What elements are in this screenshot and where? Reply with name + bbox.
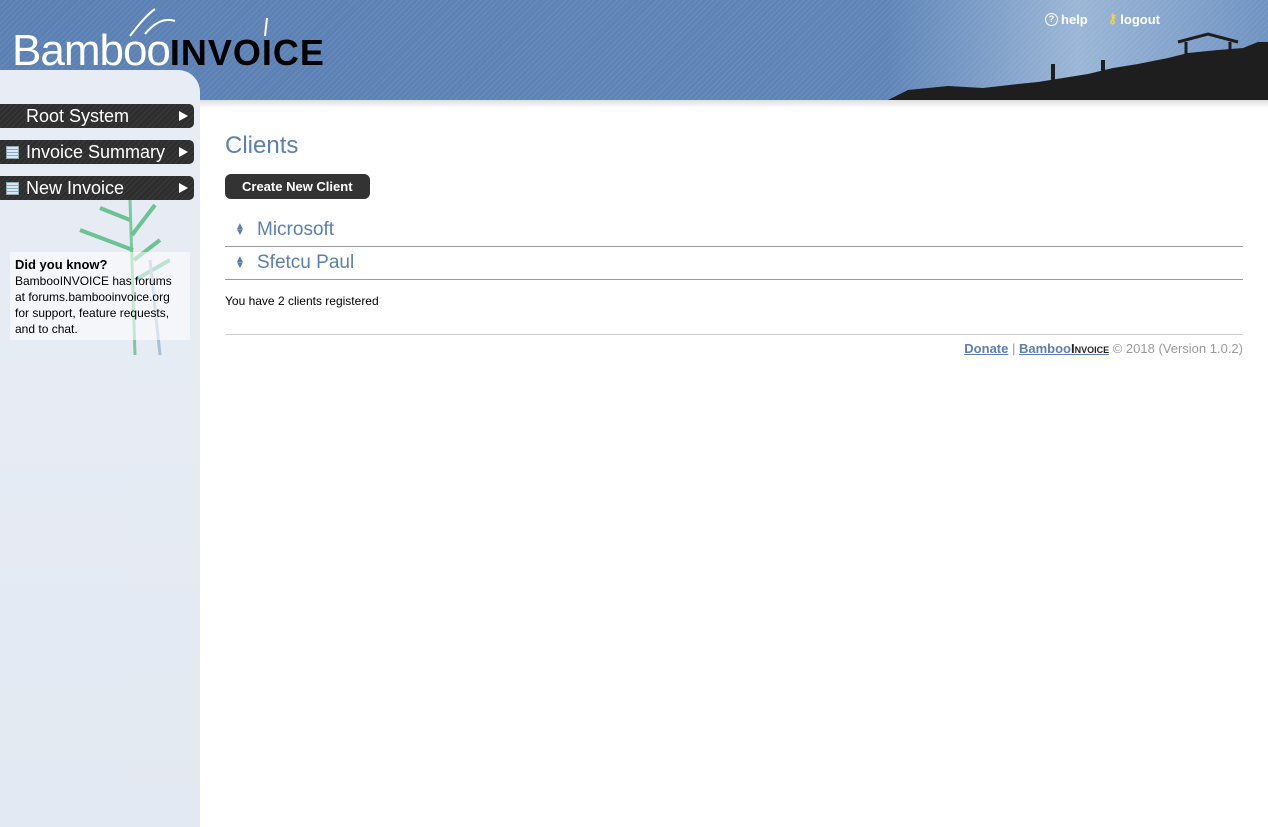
help-icon: ? <box>1045 12 1058 26</box>
tip-title: Did you know? <box>15 257 108 272</box>
help-link[interactable]: ? help <box>1045 11 1088 27</box>
client-row[interactable]: ▲ ▼ Microsoft <box>225 214 1243 247</box>
expand-toggle-icon: ▲ ▼ <box>235 221 245 238</box>
copyright: © 2018 (Version 1.0.2) <box>1112 341 1243 356</box>
client-row[interactable]: ▲ ▼ Sfetcu Paul <box>225 247 1243 280</box>
donate-link[interactable]: Donate <box>964 341 1008 356</box>
sidebar-item-label: Invoice Summary <box>26 142 166 162</box>
client-name: Microsoft <box>257 219 335 240</box>
arrow-right-icon <box>179 183 188 193</box>
expand-toggle-icon: ▲ ▼ <box>235 254 245 271</box>
new-invoice-icon <box>6 182 19 195</box>
keys-icon: ⚷ <box>1107 11 1118 26</box>
logout-label: logout <box>1120 11 1160 27</box>
invoice-list-icon <box>6 146 19 159</box>
sidebar-item-new-invoice[interactable]: New Invoice <box>0 176 194 200</box>
bamboo-leaf-icon <box>129 8 268 37</box>
help-label: help <box>1061 11 1088 27</box>
bambooinvoice-link[interactable]: BambooInvoice <box>1019 341 1109 356</box>
sidebar-item-root-system[interactable]: Root System <box>0 104 194 128</box>
footer: Donate | BambooInvoice © 2018 (Version 1… <box>225 334 1243 356</box>
skyline-silhouette <box>888 32 1268 100</box>
page-title: Clients <box>225 132 299 159</box>
client-count: You have 2 clients registered <box>225 294 379 308</box>
logout-link[interactable]: ⚷ logout <box>1108 11 1160 27</box>
arrow-right-icon <box>179 147 188 157</box>
sidebar-item-invoice-summary[interactable]: Invoice Summary <box>0 140 194 164</box>
create-new-client-button[interactable]: Create New Client <box>225 174 370 199</box>
arrow-right-icon <box>179 111 188 121</box>
did-you-know-box: Did you know? BambooINVOICE has forums at… <box>10 252 190 340</box>
tip-body: BambooINVOICE has forums at forums.bambo… <box>15 274 172 336</box>
client-name: Sfetcu Paul <box>257 252 355 273</box>
sidebar-item-label: New Invoice <box>26 178 125 198</box>
header-shadow <box>200 100 1268 108</box>
sidebar-item-label: Root System <box>26 106 130 126</box>
main-content: Clients Create New Client ▲ ▼ Microsoft ▲ ▼… <box>225 132 1243 356</box>
